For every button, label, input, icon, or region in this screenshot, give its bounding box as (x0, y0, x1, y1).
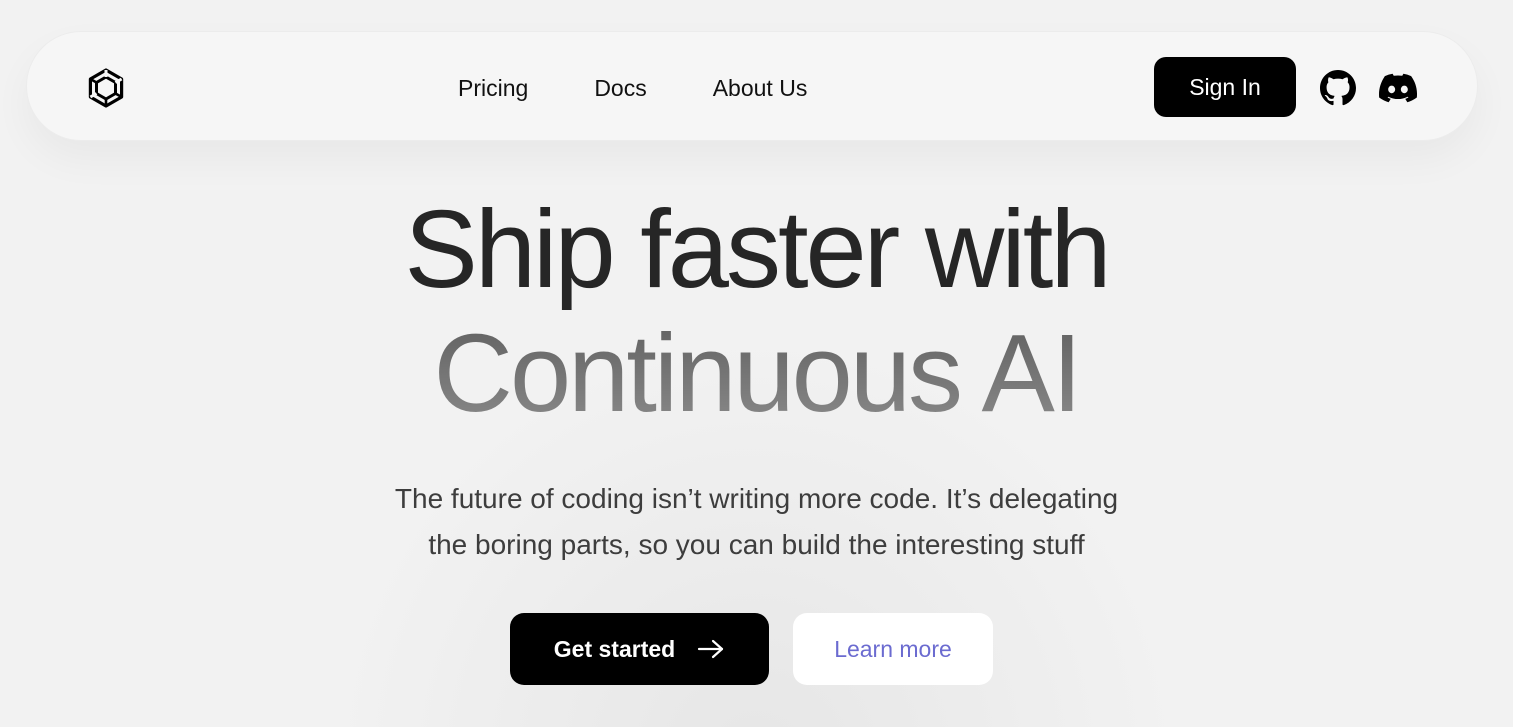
github-icon (1320, 70, 1356, 106)
hero-title-line1: Ship faster with (404, 188, 1111, 311)
discord-link[interactable] (1379, 69, 1417, 107)
get-started-label: Get started (553, 635, 676, 662)
hero-subtitle-line2: the boring parts, so you can build the i… (428, 529, 1085, 560)
sign-in-button[interactable]: Sign In (1154, 57, 1296, 117)
navbar: Pricing Docs About Us Sign In (26, 31, 1478, 141)
page: Pricing Docs About Us Sign In Ship faste… (0, 0, 1513, 727)
nav-link-docs[interactable]: Docs (594, 75, 646, 102)
learn-more-button[interactable]: Learn more (793, 613, 993, 685)
nav-link-pricing[interactable]: Pricing (458, 75, 528, 102)
hero-subtitle: The future of coding isn’t writing more … (300, 476, 1213, 568)
hero-title-line2: Continuous AI (0, 312, 1513, 436)
logo[interactable] (85, 67, 127, 109)
discord-icon (1379, 73, 1417, 103)
arrow-right-icon (697, 639, 725, 659)
nav-links: Pricing Docs About Us (458, 72, 807, 104)
get-started-button[interactable]: Get started (510, 613, 769, 685)
nav-link-about-us[interactable]: About Us (713, 75, 808, 102)
hero-title: Ship faster with Continuous AI (0, 188, 1513, 436)
hexagon-logo-icon (88, 68, 124, 108)
hero-subtitle-line1: The future of coding isn’t writing more … (394, 483, 1119, 514)
github-link[interactable] (1319, 69, 1357, 107)
